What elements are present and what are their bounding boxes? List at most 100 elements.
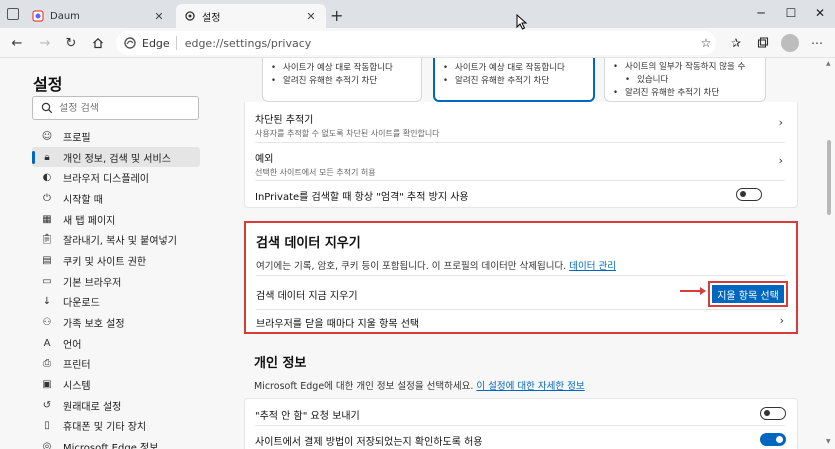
- sidebar-item[interactable]: ▦ 새 탭 페이지: [32, 209, 200, 230]
- manage-data-link[interactable]: 데이터 관리: [569, 261, 616, 272]
- settings-search-box[interactable]: [32, 96, 199, 120]
- divider: [255, 425, 785, 426]
- profile-icon: ☺: [41, 130, 53, 142]
- sidebar-item-label: 다운로드: [63, 298, 100, 310]
- tab-actions-icon[interactable]: [7, 8, 19, 20]
- tab-daum[interactable]: Daum ✕: [24, 4, 174, 28]
- refresh-icon[interactable]: ↻: [62, 34, 80, 52]
- edge-logo-icon: [124, 37, 136, 49]
- gear-icon: [184, 10, 196, 22]
- sidebar-item-label: 가족 보호 설정: [63, 319, 125, 331]
- choose-button-highlight: 지울 항목 선택: [708, 281, 788, 307]
- inprivate-strict-label: InPrivate를 검색할 때 항상 "엄격" 추적 방지 사용: [255, 192, 469, 203]
- sidebar-item[interactable]: ↺ 원래대로 설정: [32, 395, 200, 416]
- address-bar[interactable]: Edge edge://settings/privacy: [116, 31, 716, 55]
- address-brand: Edge: [142, 36, 170, 50]
- sidebar-item[interactable]: A 언어: [32, 333, 200, 354]
- address-url[interactable]: edge://settings/privacy: [185, 37, 312, 50]
- sidebar-item-label: 기본 브라우저: [63, 277, 122, 289]
- clear-data-title: 검색 데이터 지우기: [256, 236, 361, 251]
- sidebar-item[interactable]: ▯ 휴대폰 및 기타 장치: [32, 416, 200, 437]
- sidebar-item-label: 프로필: [63, 132, 91, 144]
- star-icon[interactable]: ☆: [697, 34, 715, 52]
- close-icon[interactable]: ✕: [152, 10, 166, 23]
- title-bar: Daum ✕ 설정 ✕ + ─ ☐ ✕: [0, 0, 835, 28]
- sidebar-item[interactable]: ◐ 브라우저 디스플레이: [32, 167, 200, 188]
- sidebar-item[interactable]: ☺ 프로필: [32, 126, 200, 147]
- download-icon: ↓: [42, 296, 52, 308]
- sidebar-item[interactable]: ▤ 쿠키 및 사이트 권한: [32, 250, 200, 271]
- exceptions-sub: 선택한 사이트에서 모든 추적기 허용: [255, 168, 376, 177]
- scroll-up-icon[interactable]: ▲: [826, 60, 831, 67]
- exceptions-row[interactable]: 예외 선택한 사이트에서 모든 추적기 허용: [255, 150, 376, 178]
- chevron-right-icon[interactable]: ›: [779, 116, 783, 129]
- dnt-toggle[interactable]: [760, 407, 786, 420]
- sidebar-item[interactable]: ↓ 다운로드: [32, 292, 200, 313]
- privacy-more-link[interactable]: 이 설정에 대한 자세한 정보: [476, 381, 584, 392]
- maximize-button[interactable]: ☐: [776, 2, 806, 24]
- site-permissions-icon: ▤: [42, 254, 52, 266]
- blocked-trackers-row[interactable]: 차단된 추적기 사용자를 추적할 수 없도록 차단된 사이트를 확인합니다: [255, 111, 440, 139]
- privacy-desc: Microsoft Edge에 대한 개인 정보 설정을 선택하세요. 이 설정…: [254, 378, 585, 392]
- sidebar-item[interactable]: ⚇ 가족 보호 설정: [32, 312, 200, 333]
- sidebar-item-label: 브라우저 디스플레이: [63, 174, 149, 186]
- clear-now-label: 검색 데이터 지금 지우기: [256, 291, 358, 302]
- sidebar-item[interactable]: 📋︎ 잘라내기, 복사 및 붙여넣기: [32, 229, 200, 250]
- close-icon[interactable]: ✕: [304, 10, 318, 23]
- back-arrow-icon[interactable]: ←: [8, 34, 26, 52]
- address-toolbar: ← → ↻ Edge edge://settings/privacy ☆ ✰ ⋯: [0, 28, 835, 58]
- sidebar-item[interactable]: ▭ 기본 브라우저: [32, 271, 200, 292]
- search-icon: [41, 102, 53, 114]
- divider: [255, 180, 785, 181]
- payment-check-label: 사이트에서 결제 방법이 저장되었는지 확인하도록 허용: [255, 437, 483, 448]
- system-icon: ▣: [42, 379, 52, 391]
- tab-label: Daum: [50, 10, 80, 22]
- divider: [256, 309, 786, 310]
- divider: [255, 142, 785, 143]
- sidebar-item-label: 언어: [63, 339, 82, 351]
- clear-on-close-row[interactable]: 브라우저를 닫을 때마다 지울 항목 선택: [256, 315, 419, 330]
- new-tab-plus-icon[interactable]: +: [330, 6, 343, 25]
- blocked-trackers-title: 차단된 추적기: [255, 115, 314, 126]
- sidebar-item-label: 잘라내기, 복사 및 붙여넣기: [63, 236, 177, 248]
- payment-check-toggle[interactable]: [760, 433, 786, 446]
- language-icon: A: [43, 337, 51, 349]
- sidebar-nav-list: ☺ 프로필 🔒︎ 개인 정보, 검색 및 서비스 ◐ 브라우저 디스플레이 ⏻ 시작할 때 ▦ 새…: [32, 126, 200, 449]
- sidebar-item[interactable]: ▣ 시스템: [32, 374, 200, 395]
- choose-what-to-clear-button[interactable]: 지울 항목 선택: [712, 285, 784, 303]
- sidebar-item[interactable]: ◎ Microsoft Edge 정보: [32, 436, 200, 449]
- search-input[interactable]: [59, 102, 189, 114]
- favorites-icon[interactable]: ✰: [727, 34, 745, 52]
- collections-icon[interactable]: [754, 34, 772, 52]
- close-window-button[interactable]: ✕: [805, 2, 835, 24]
- sidebar-item-label: 새 탭 페이지: [63, 215, 116, 227]
- clipboard-icon: 📋︎: [40, 234, 54, 246]
- chevron-right-icon[interactable]: ›: [779, 154, 783, 167]
- sidebar-item[interactable]: ⎙ 프린터: [32, 354, 200, 375]
- dnt-label: "추적 안 함" 요청 보내기: [255, 411, 360, 422]
- family-icon: ⚇: [42, 317, 52, 329]
- avatar[interactable]: [781, 34, 799, 52]
- address-divider: [175, 36, 177, 50]
- home-icon[interactable]: [89, 34, 107, 52]
- tab-settings[interactable]: 설정 ✕: [176, 4, 326, 28]
- sidebar-item-label: 휴대폰 및 기타 장치: [63, 422, 147, 434]
- daum-favicon-icon: [32, 10, 44, 22]
- settings-sidebar: 설정 ☺ 프로필 🔒︎ 개인 정보, 검색 및 서비스 ◐ 브라우저 디스플레이 ⏻ 시작할 …: [0, 58, 212, 449]
- scroll-down-icon[interactable]: ▼: [826, 438, 831, 445]
- sidebar-item[interactable]: ⏻ 시작할 때: [32, 188, 200, 209]
- minimize-button[interactable]: ─: [746, 2, 776, 24]
- main-scrollbar[interactable]: ▲ ▼: [826, 60, 832, 445]
- chevron-right-icon[interactable]: ›: [780, 314, 784, 327]
- tab-label: 설정: [202, 12, 221, 24]
- forward-arrow-icon[interactable]: →: [36, 34, 54, 52]
- clear-browsing-data-card: 검색 데이터 지우기 여기에는 기록, 암호, 쿠키 등이 포함됩니다. 이 프…: [244, 221, 798, 334]
- lock-icon: 🔒︎: [44, 151, 50, 163]
- sidebar-item-label: 시작할 때: [63, 194, 103, 206]
- scrollbar-thumb[interactable]: [827, 140, 831, 215]
- privacy-desc-text: Microsoft Edge에 대한 개인 정보 설정을 선택하세요.: [254, 381, 474, 392]
- inprivate-strict-toggle[interactable]: [736, 188, 762, 201]
- sidebar-item[interactable]: 🔒︎ 개인 정보, 검색 및 서비스: [32, 146, 200, 168]
- phone-icon: ▯: [44, 420, 50, 432]
- more-menu-icon[interactable]: ⋯: [808, 34, 826, 52]
